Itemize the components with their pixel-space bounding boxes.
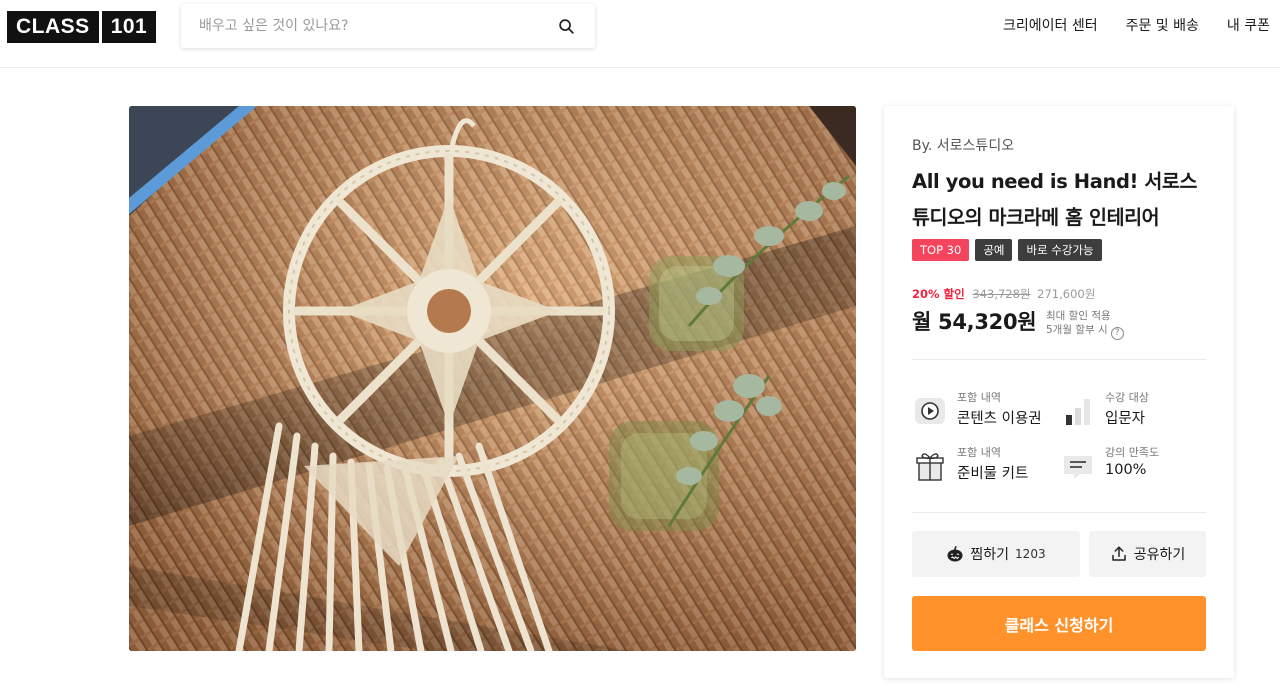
share-label: 공유하기 bbox=[1133, 547, 1186, 563]
info-target: 수강 대상 입문자 bbox=[1060, 389, 1210, 437]
info-contents: 포함 내역 콘텐츠 이용권 bbox=[912, 389, 1062, 437]
info-value: 준비물 키트 bbox=[957, 466, 1029, 482]
class101-logo[interactable]: CLASS 101 bbox=[7, 11, 157, 43]
search-input[interactable] bbox=[199, 4, 539, 48]
share-button[interactable]: 공유하기 bbox=[1089, 531, 1206, 577]
category-badge: 공예 bbox=[975, 239, 1013, 261]
installment-line1: 최대 할인 적용 bbox=[1046, 310, 1111, 322]
badge-list: TOP 30 공예 바로 수강가능 bbox=[912, 239, 1102, 261]
info-value: 입문자 bbox=[1105, 411, 1146, 427]
info-label: 포함 내역 bbox=[957, 391, 1001, 404]
discount-rate: 20% 할인 bbox=[912, 287, 965, 301]
level-bars-icon bbox=[1066, 399, 1090, 425]
nav-creator-center[interactable]: 크리에이터 센터 bbox=[1003, 15, 1098, 37]
nav-orders-shipping[interactable]: 주문 및 배송 bbox=[1126, 15, 1199, 37]
wishlist-button[interactable]: 찜하기 1203 bbox=[912, 531, 1080, 577]
top30-badge: TOP 30 bbox=[912, 239, 970, 261]
installment-note: 최대 할인 적용 5개월 할부 시? bbox=[1046, 309, 1124, 340]
info-label: 강의 만족도 bbox=[1105, 446, 1160, 459]
installment-line2: 5개월 할부 시 bbox=[1046, 324, 1108, 336]
nav-my-coupons[interactable]: 내 쿠폰 bbox=[1227, 15, 1270, 37]
original-price: 343,728원 bbox=[972, 287, 1031, 301]
share-icon bbox=[1111, 546, 1126, 561]
top-header: CLASS 101 크리에이터 센터 주문 및 배송 내 쿠폰 bbox=[0, 0, 1280, 68]
info-satisfaction: 강의 만족도 100% bbox=[1060, 444, 1210, 492]
search-bar bbox=[181, 4, 595, 48]
info-kit: 포함 내역 준비물 키트 bbox=[912, 444, 1062, 492]
logo-class-text: CLASS bbox=[7, 11, 99, 43]
info-value: 콘텐츠 이용권 bbox=[957, 411, 1042, 427]
sale-price: 271,600원 bbox=[1037, 287, 1096, 301]
divider bbox=[912, 512, 1206, 513]
price-row: 20% 할인 343,728원 271,600원 bbox=[912, 286, 1095, 302]
available-now-badge: 바로 수강가능 bbox=[1018, 239, 1102, 261]
wishlist-count: 1203 bbox=[1015, 547, 1046, 561]
top-nav: 크리에이터 센터 주문 및 배송 내 쿠폰 bbox=[1003, 15, 1270, 37]
purchase-card: By. 서로스튜디오 All you need is Hand! 서로스튜디오의… bbox=[884, 106, 1234, 678]
class-cover-image bbox=[129, 106, 856, 651]
monthly-price: 월 54,320원 bbox=[912, 310, 1037, 334]
class-title: All you need is Hand! 서로스튜디오의 마크라메 홈 인테리… bbox=[912, 170, 1198, 229]
macrame-photo bbox=[129, 106, 856, 651]
divider bbox=[912, 359, 1206, 360]
play-icon bbox=[915, 398, 945, 424]
info-value: 100% bbox=[1105, 462, 1147, 478]
wishlist-label: 찜하기 bbox=[970, 547, 1010, 563]
pumpkin-heart-icon bbox=[947, 545, 963, 562]
enroll-class-button[interactable]: 클래스 신청하기 bbox=[912, 596, 1206, 651]
help-icon[interactable]: ? bbox=[1110, 327, 1124, 340]
logo-101-text: 101 bbox=[101, 11, 157, 43]
gift-icon bbox=[916, 453, 944, 481]
info-label: 수강 대상 bbox=[1105, 391, 1149, 404]
creator-name[interactable]: By. 서로스튜디오 bbox=[912, 135, 1014, 155]
search-icon[interactable] bbox=[558, 18, 575, 35]
info-label: 포함 내역 bbox=[957, 446, 1001, 459]
comment-icon bbox=[1064, 456, 1092, 479]
